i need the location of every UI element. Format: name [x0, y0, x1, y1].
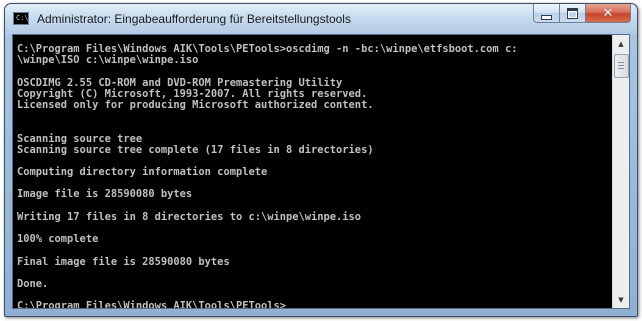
console-line: C:\Program Files\Windows AIK\Tools\PEToo…	[17, 300, 286, 308]
console-line: Computing directory information complete	[17, 166, 268, 179]
cmd-icon-glyph: C:\	[16, 14, 29, 22]
command-prompt-window: C:\ Administrator: Eingabeaufforderung f…	[4, 3, 638, 317]
thumb-grip-line	[618, 62, 624, 63]
console-line: Final image file is 28590080 bytes	[17, 255, 230, 268]
cmd-icon[interactable]: C:\	[13, 12, 29, 25]
close-button[interactable]: ✕	[586, 4, 631, 23]
minimize-button[interactable]	[533, 4, 560, 23]
console-line: \winpe\ISO c:\winpe\winpe.iso	[17, 54, 199, 67]
console-line: Writing 17 files in 8 directories to c:\…	[17, 210, 362, 223]
scrollbar-thumb[interactable]	[614, 54, 629, 78]
thumb-grip-line	[618, 65, 624, 66]
close-icon: ✕	[602, 5, 614, 21]
console-line: Image file is 28590080 bytes	[17, 188, 193, 201]
thumb-grip-line	[618, 68, 624, 69]
console-line: Done.	[17, 277, 49, 290]
console-line: 100% complete	[17, 233, 99, 246]
console-line: Scanning source tree complete (17 files …	[17, 143, 374, 156]
console-line: Scanning source tree	[17, 132, 143, 145]
vertical-scrollbar[interactable]: ▲ ▼	[612, 35, 629, 308]
window-title: Administrator: Eingabeaufforderung für B…	[37, 12, 351, 26]
console-line: Licensed only for producing Microsoft au…	[17, 98, 374, 111]
title-bar[interactable]: C:\ Administrator: Eingabeaufforderung f…	[5, 4, 637, 34]
minimize-icon	[541, 14, 552, 20]
console-output[interactable]: C:\Program Files\Windows AIK\Tools\PEToo…	[13, 35, 612, 308]
scroll-up-arrow-icon[interactable]: ▲	[613, 35, 629, 52]
scroll-down-arrow-icon[interactable]: ▼	[613, 291, 629, 308]
maximize-icon	[567, 7, 578, 19]
maximize-button[interactable]	[560, 4, 586, 23]
caption-buttons: ✕	[533, 4, 631, 24]
console-frame: C:\Program Files\Windows AIK\Tools\PEToo…	[12, 34, 630, 309]
